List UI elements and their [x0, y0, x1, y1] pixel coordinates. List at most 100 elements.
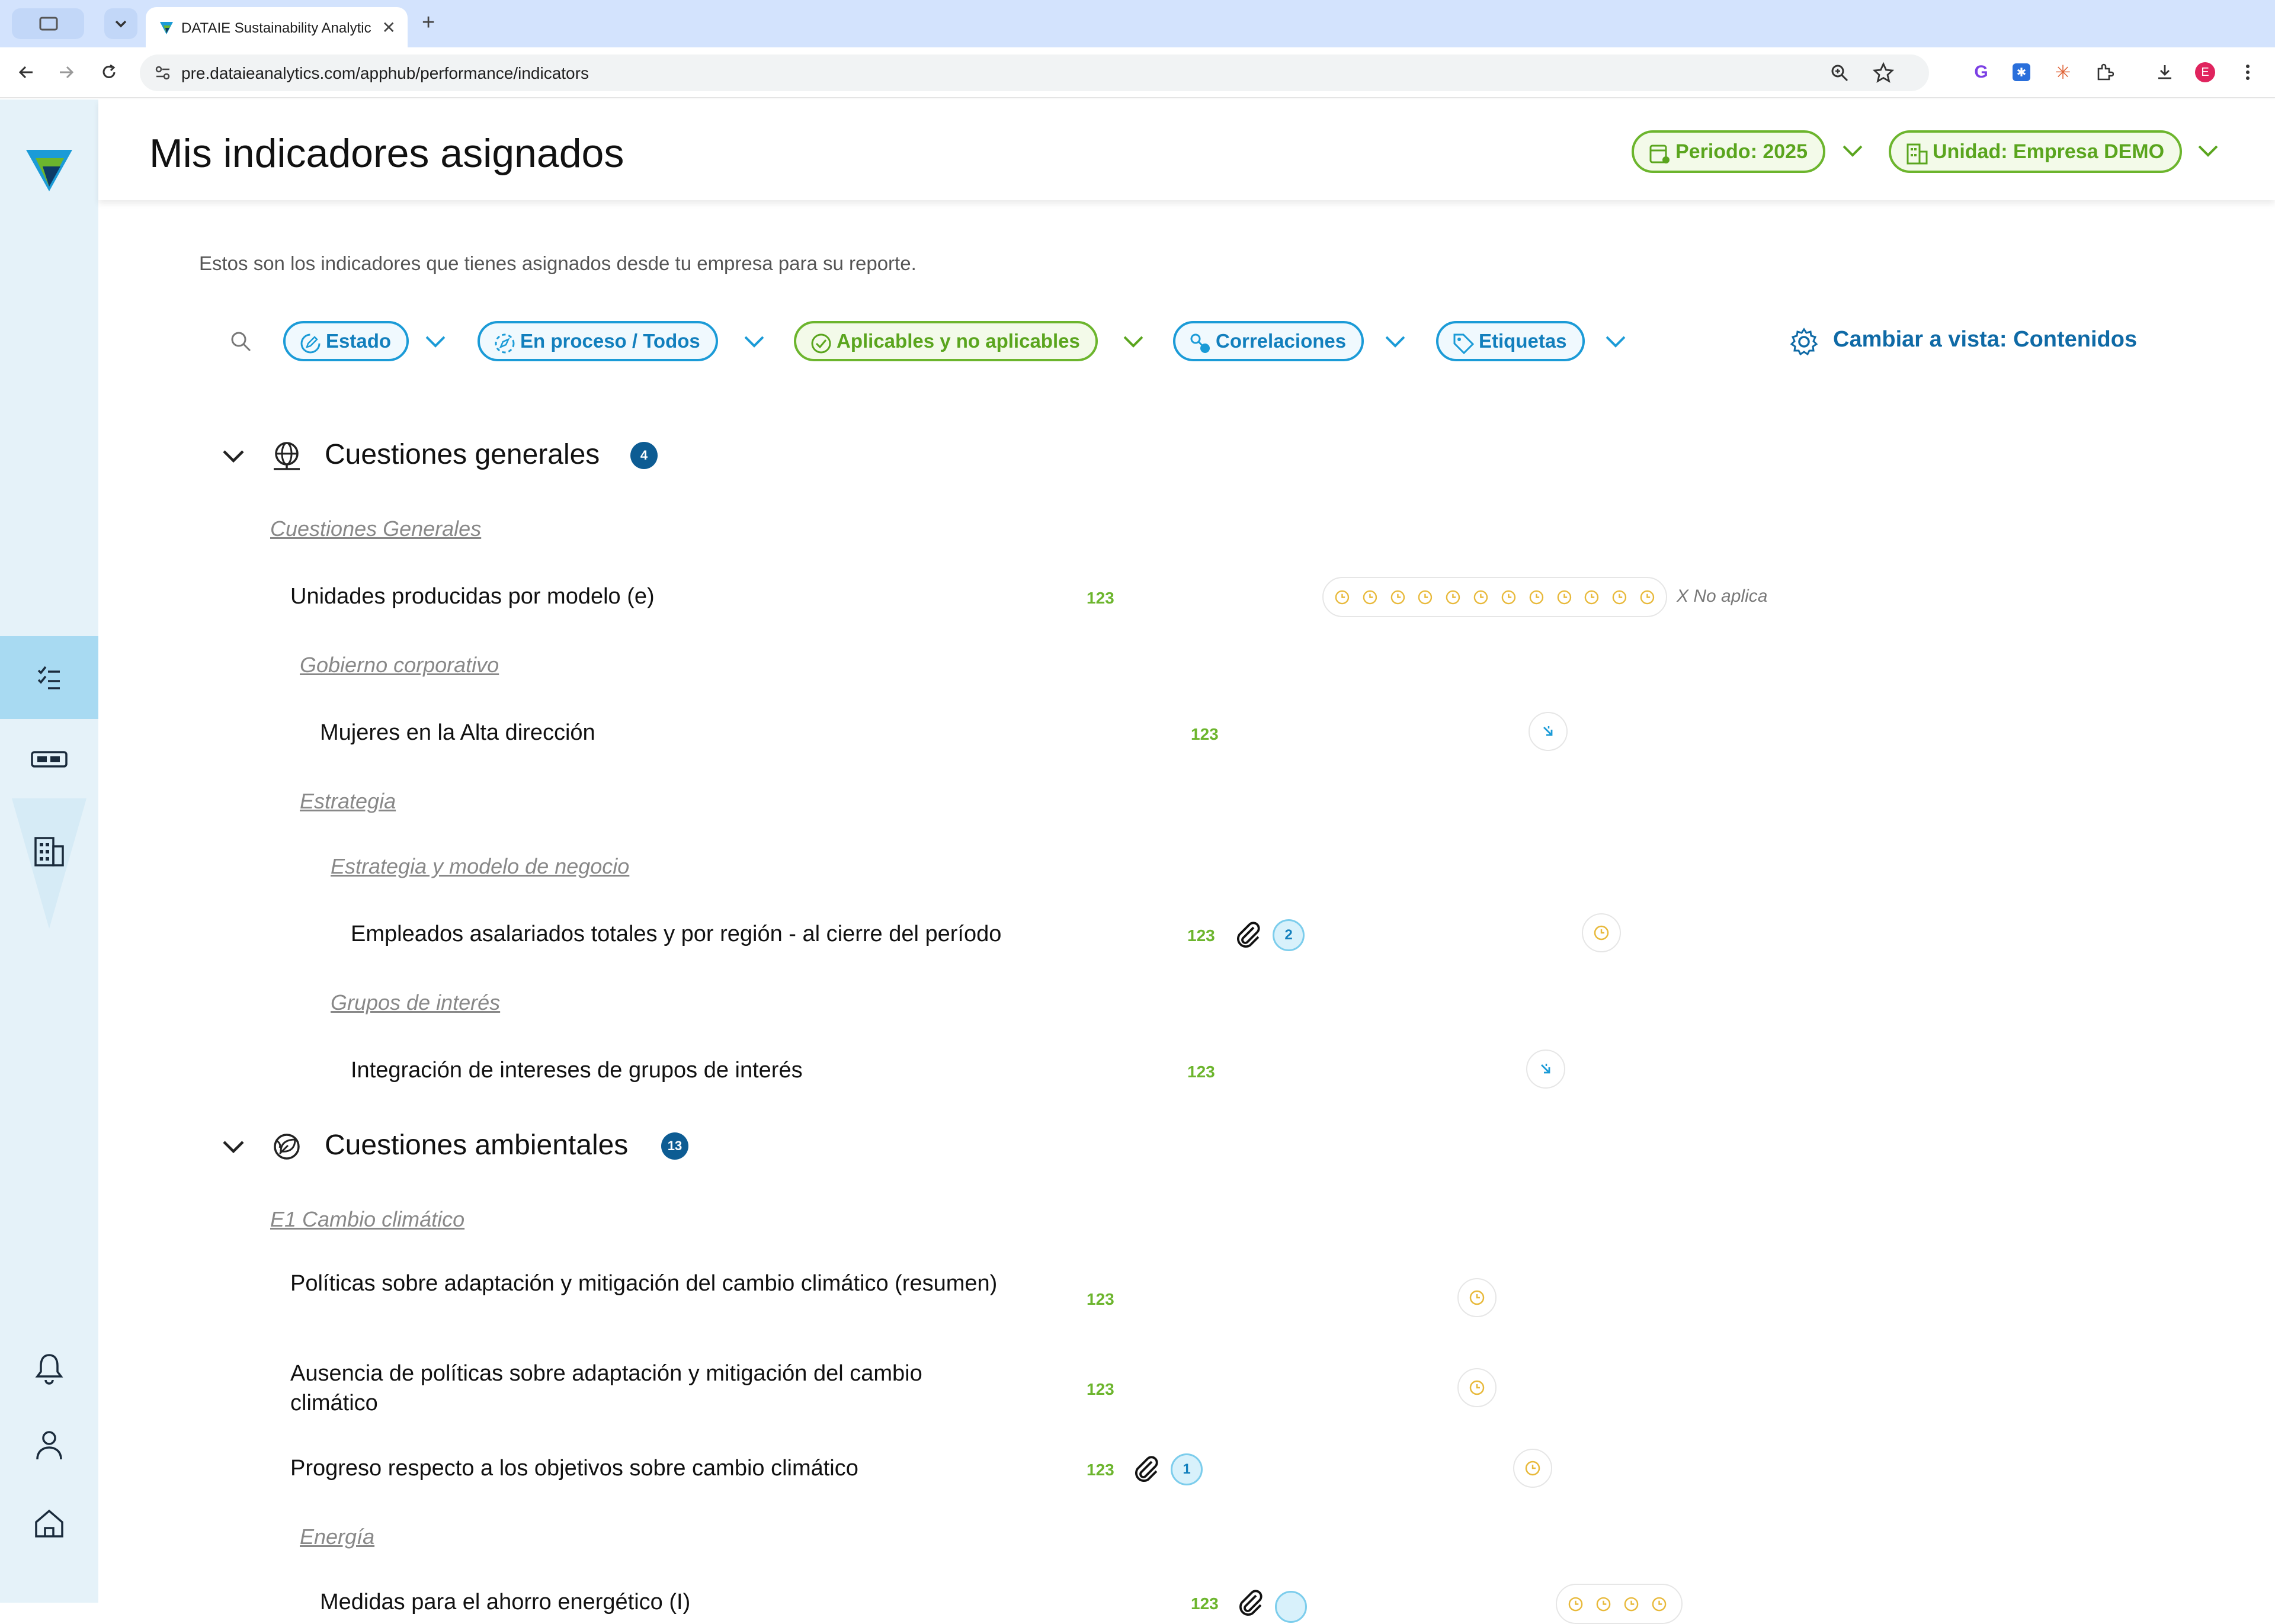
- indicator-medidas-ahorro[interactable]: Medidas para el ahorro energético (I): [320, 1587, 1031, 1617]
- status-strip-monthly[interactable]: [1322, 577, 1667, 617]
- estado-chevron-down-icon[interactable]: [424, 333, 447, 351]
- dataie-logo[interactable]: [0, 135, 98, 206]
- filter-correlaciones-label: Correlaciones: [1216, 330, 1347, 352]
- search-icon[interactable]: [229, 329, 252, 353]
- back-icon[interactable]: [14, 60, 38, 84]
- dataie-favicon-icon: [160, 22, 173, 34]
- sidebar-item-indicators[interactable]: [0, 636, 98, 719]
- indicator-unidades-producidas[interactable]: Unidades producidas por modelo (e): [290, 582, 1001, 611]
- period-chevron-down-icon[interactable]: [1841, 142, 1864, 160]
- group-cuestiones-generales[interactable]: Cuestiones Generales: [270, 516, 481, 541]
- extension-spark-icon[interactable]: ✳: [2051, 60, 2075, 84]
- group-grupos-de-interes[interactable]: Grupos de interés: [331, 990, 500, 1015]
- indicator-politicas-adaptacion[interactable]: Políticas sobre adaptación y mitigación …: [290, 1269, 1001, 1298]
- group-energia[interactable]: Energía: [300, 1524, 374, 1549]
- tab-search-button[interactable]: [104, 8, 137, 39]
- proceso-chevron-down-icon[interactable]: [743, 333, 765, 351]
- numeric-type-tag: 123: [1087, 589, 1114, 607]
- user-icon: [36, 1431, 62, 1460]
- unit-chevron-down-icon[interactable]: [2197, 142, 2219, 160]
- status-pending[interactable]: [1582, 913, 1621, 952]
- tab-active[interactable]: DATAIE Sustainability Analytics ✕: [146, 7, 408, 47]
- globe-icon: [274, 442, 300, 470]
- indicator-progreso-objetivos[interactable]: Progreso respecto a los objetivos sobre …: [290, 1453, 1001, 1483]
- aplicables-chevron-down-icon[interactable]: [1122, 333, 1145, 351]
- period-label: Periodo: 2025: [1675, 140, 1808, 163]
- section-count-badge: 4: [630, 442, 658, 469]
- section-generales-collapse-icon[interactable]: [222, 447, 245, 466]
- status-pending[interactable]: [1513, 1449, 1552, 1488]
- tab-title: DATAIE Sustainability Analytics: [181, 20, 371, 36]
- switch-view-button[interactable]: Cambiar a vista: Contenidos: [1833, 327, 2137, 352]
- company-icon: [1906, 143, 1928, 165]
- checklist-icon: [37, 666, 60, 689]
- extensions-puzzle-icon[interactable]: [2093, 60, 2116, 84]
- attachment-count-badge: 2: [1273, 919, 1305, 951]
- paperclip-icon[interactable]: [1236, 1587, 1265, 1617]
- zoom-icon[interactable]: [1829, 63, 1850, 83]
- sidebar-item-notifications[interactable]: [0, 1327, 98, 1410]
- paperclip-icon[interactable]: [1233, 919, 1263, 949]
- profile-avatar[interactable]: E: [2193, 60, 2217, 84]
- extension-blue-icon[interactable]: ✱: [2010, 60, 2033, 84]
- correlaciones-chevron-down-icon[interactable]: [1384, 333, 1406, 351]
- sidebar-item-dashboard[interactable]: [0, 718, 98, 801]
- section-ambientales-collapse-icon[interactable]: [222, 1137, 245, 1156]
- indicator-integracion-intereses[interactable]: Integración de intereses de grupos de in…: [351, 1055, 1062, 1085]
- progress-icon: [495, 333, 515, 354]
- address-bar[interactable]: pre.dataieanalytics.com/apphub/performan…: [140, 54, 1929, 91]
- indicator-mujeres-alta-direccion[interactable]: Mujeres en la Alta dirección: [320, 718, 1031, 747]
- not-applicable-label[interactable]: X No aplica: [1677, 586, 1767, 606]
- url-text: pre.dataieanalytics.com/apphub/performan…: [181, 64, 589, 82]
- status-strip-quarterly[interactable]: [1556, 1584, 1683, 1624]
- clock-icon: [1585, 590, 1599, 604]
- sidebar-item-organization[interactable]: [0, 810, 98, 893]
- status-in-progress[interactable]: [1529, 712, 1568, 751]
- tab-groups-button[interactable]: [12, 8, 84, 39]
- bookmark-star-icon[interactable]: [1872, 62, 1895, 84]
- indicator-ausencia-politicas[interactable]: Ausencia de políticas sobre adaptación y…: [290, 1359, 1001, 1418]
- forward-icon[interactable]: [55, 60, 78, 84]
- download-icon[interactable]: [2153, 60, 2177, 84]
- group-gobierno-corporativo[interactable]: Gobierno corporativo: [300, 653, 499, 678]
- section-title-generales[interactable]: Cuestiones generales: [325, 438, 600, 471]
- settings-gear-icon[interactable]: [1789, 327, 1819, 357]
- unit-selector[interactable]: Unidad: Empresa DEMO: [1889, 130, 2183, 173]
- filter-etiquetas-label: Etiquetas: [1479, 330, 1567, 352]
- status-pending[interactable]: [1457, 1368, 1497, 1407]
- group-estrategia[interactable]: Estrategia: [300, 789, 396, 814]
- unit-label: Unidad: Empresa DEMO: [1933, 140, 2165, 163]
- site-settings-icon[interactable]: [154, 64, 172, 82]
- clock-icon: [1525, 1461, 1540, 1476]
- extension-g-icon[interactable]: G: [1969, 60, 1993, 84]
- clock-icon: [1390, 590, 1405, 604]
- status-in-progress[interactable]: [1526, 1049, 1565, 1089]
- paperclip-icon[interactable]: [1132, 1453, 1161, 1483]
- etiquetas-chevron-down-icon[interactable]: [1604, 333, 1627, 351]
- sidebar-item-home[interactable]: [0, 1482, 98, 1565]
- sidebar: [0, 100, 98, 1603]
- filter-etiquetas[interactable]: Etiquetas: [1436, 321, 1585, 361]
- indicator-empleados-asalariados[interactable]: Empleados asalariados totales y por regi…: [351, 919, 1062, 949]
- group-e1-cambio-climatico[interactable]: E1 Cambio climático: [270, 1207, 464, 1232]
- section-title-ambientales[interactable]: Cuestiones ambientales: [325, 1129, 628, 1161]
- clock-icon: [1529, 590, 1543, 604]
- filter-en-proceso[interactable]: En proceso / Todos: [478, 321, 718, 361]
- filter-estado[interactable]: Estado: [283, 321, 409, 361]
- sidebar-item-profile[interactable]: [0, 1404, 98, 1487]
- filter-en-proceso-label: En proceso / Todos: [520, 330, 700, 352]
- clock-icon: [1557, 590, 1571, 604]
- reload-icon[interactable]: [97, 60, 121, 84]
- tab-close-icon[interactable]: ✕: [382, 18, 396, 37]
- filter-correlaciones[interactable]: Correlaciones: [1173, 321, 1364, 361]
- status-pending[interactable]: [1457, 1278, 1497, 1317]
- clock-icon: [1568, 1597, 1583, 1611]
- filter-aplicables[interactable]: Aplicables y no aplicables: [794, 321, 1098, 361]
- new-tab-icon[interactable]: +: [422, 11, 435, 34]
- page-header: Mis indicadores asignados Periodo: 2025 …: [98, 100, 2275, 200]
- clock-icon: [1335, 590, 1350, 604]
- group-estrategia-modelo-negocio[interactable]: Estrategia y modelo de negocio: [331, 854, 629, 879]
- browser-menu-icon[interactable]: [2236, 60, 2260, 84]
- period-selector[interactable]: Periodo: 2025: [1632, 130, 1825, 173]
- clock-icon: [1612, 590, 1627, 604]
